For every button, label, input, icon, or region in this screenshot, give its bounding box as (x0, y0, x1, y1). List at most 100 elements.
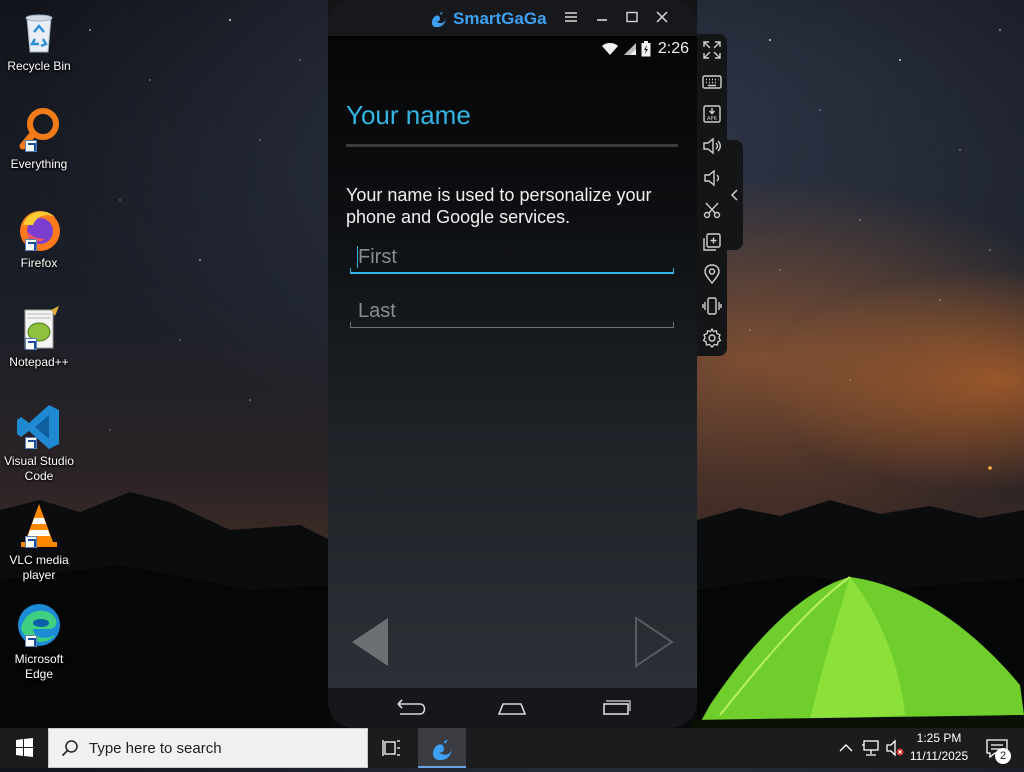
android-clock: 2:26 (657, 40, 689, 57)
fullscreen-icon (703, 41, 721, 59)
multi-instance-icon (703, 233, 721, 251)
shortcut-arrow-icon (25, 338, 37, 350)
install-apk-button[interactable]: APK (700, 102, 724, 126)
emulator-titlebar[interactable]: SmartGaGa (328, 0, 697, 36)
shortcut-arrow-icon (25, 635, 37, 647)
volume-up-button[interactable] (700, 134, 724, 158)
notification-count-badge: 2 (995, 748, 1011, 764)
emulator-title: SmartGaGa (453, 9, 547, 28)
volume-up-icon (703, 137, 721, 155)
desktop-icon-firefox[interactable]: Firefox (2, 205, 76, 271)
chevron-up-icon (839, 744, 853, 752)
field-underline (350, 272, 674, 274)
android-back-icon (397, 699, 426, 715)
edge-icon (15, 601, 63, 649)
first-name-input[interactable] (350, 242, 674, 272)
last-name-input[interactable] (350, 296, 674, 326)
start-button[interactable] (0, 728, 48, 768)
svg-text:APK: APK (707, 116, 717, 122)
shortcut-arrow-icon (25, 437, 37, 449)
emulator-side-toolbar: APK (697, 34, 727, 356)
field-edge-right (673, 322, 674, 328)
taskbar-search-box[interactable]: Type here to search (48, 728, 368, 768)
android-recents-button[interactable] (596, 696, 636, 720)
smartgaga-swan-taskbar-icon (433, 740, 452, 761)
android-navigation-bar (328, 688, 697, 728)
next-arrow-button[interactable] (634, 616, 674, 668)
last-name-field[interactable] (350, 296, 674, 328)
maximize-icon[interactable] (622, 8, 642, 28)
android-home-icon (497, 703, 527, 715)
volume-down-icon (704, 169, 720, 187)
android-home-button[interactable] (492, 696, 532, 720)
settings-gear-icon (702, 327, 722, 348)
location-icon (704, 264, 720, 285)
screenshot-button[interactable] (700, 198, 724, 222)
field-edge-right (673, 268, 674, 274)
desktop-icon-notepad-plus-plus[interactable]: Notepad++ (2, 304, 76, 370)
text-caret (357, 246, 358, 268)
back-arrow-button[interactable] (350, 616, 390, 668)
desktop-icon-vscode[interactable]: Visual Studio Code (2, 403, 76, 484)
setup-title: Your name (346, 100, 471, 130)
signal-icon (623, 43, 636, 55)
field-edge-left (350, 322, 351, 328)
taskbar-clock-time[interactable]: 1:25 PM (904, 731, 974, 745)
toolbar-collapse-tab[interactable] (727, 140, 743, 250)
chevron-left-icon (730, 189, 738, 201)
desktop-icon-label: VLC media player (9, 553, 69, 582)
smartgaga-brand: SmartGaGa (428, 8, 547, 30)
menu-icon[interactable] (561, 8, 581, 28)
taskbar-smartgaga-button[interactable] (418, 728, 466, 768)
desktop-icon-label: Visual Studio Code (4, 454, 74, 483)
smartgaga-emulator-window: SmartGaGa 2:26 Your name Your name is us… (328, 0, 697, 728)
first-name-field[interactable] (350, 242, 674, 274)
title-divider (346, 144, 678, 147)
glowing-tent (690, 576, 1024, 730)
desktop-icon-edge[interactable]: Microsoft Edge (2, 601, 76, 682)
fullscreen-button[interactable] (700, 38, 724, 62)
field-underline (350, 327, 674, 328)
android-status-bar: 2:26 (601, 38, 689, 60)
wifi-icon (601, 43, 618, 55)
desktop-icon-everything[interactable]: Everything (2, 106, 76, 172)
back-arrow-icon (352, 618, 388, 666)
android-recents-icon (603, 700, 631, 715)
install-apk-icon: APK (703, 105, 721, 123)
vlc-cone-icon (15, 502, 63, 550)
multi-instance-button[interactable] (700, 230, 724, 254)
shake-button[interactable] (700, 294, 724, 318)
setup-description: Your name is used to personalize your ph… (346, 185, 652, 227)
recycle-bin-icon (15, 8, 63, 56)
desktop-icon-label: Everything (10, 157, 68, 171)
task-view-button[interactable] (372, 728, 412, 768)
settings-button[interactable] (700, 326, 724, 350)
shake-icon (702, 297, 722, 315)
desktop-icon-recycle-bin[interactable]: Recycle Bin (2, 8, 76, 74)
smartgaga-swan-logo-icon (432, 12, 446, 28)
close-icon[interactable] (652, 8, 672, 28)
volume-down-button[interactable] (700, 166, 724, 190)
keyboard-button[interactable] (700, 70, 724, 94)
notification-center-button[interactable]: 2 (978, 728, 1018, 768)
volume-status-button[interactable] (884, 728, 906, 768)
desktop-icon-label: Notepad++ (9, 355, 69, 369)
next-arrow-icon (635, 616, 674, 668)
minimize-icon[interactable] (592, 8, 612, 28)
windows-taskbar: Type here to search 1:25 PM 11/11/2025 2 (0, 728, 1024, 768)
keyboard-icon (702, 75, 722, 89)
network-status-button[interactable] (860, 728, 882, 768)
windows-logo-icon (16, 738, 33, 757)
desktop-icon-label: Recycle Bin (7, 59, 71, 73)
show-hidden-icons-button[interactable] (836, 728, 856, 768)
desktop-icon-vlc[interactable]: VLC media player (2, 502, 76, 583)
notepad-plus-plus-icon (15, 304, 63, 352)
android-back-button[interactable] (390, 696, 430, 720)
firefox-icon (15, 205, 63, 253)
screenshot-scissors-icon (703, 202, 721, 219)
location-button[interactable] (700, 262, 724, 286)
taskbar-clock-date[interactable]: 11/11/2025 (904, 749, 974, 763)
desktop-icon-label: Microsoft Edge (14, 652, 64, 681)
task-view-icon (382, 740, 400, 756)
battery-icon (641, 41, 651, 57)
